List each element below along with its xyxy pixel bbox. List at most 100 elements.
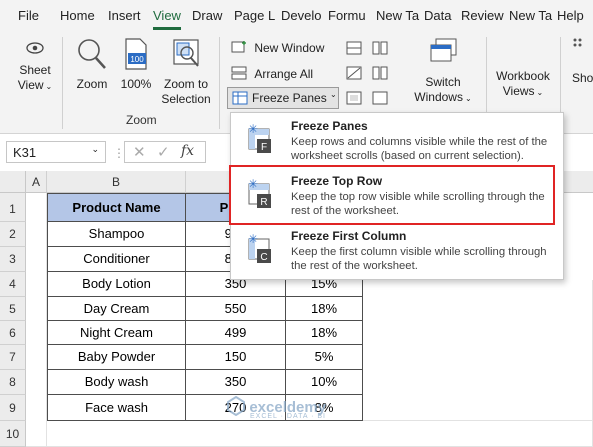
tab-new-tab-1[interactable]: New Ta: [376, 8, 419, 23]
ribbon-divider: [62, 37, 63, 129]
freeze-panes-label: Freeze Panes: [252, 91, 327, 105]
unhide-icon[interactable]: [346, 91, 362, 105]
column-header-b[interactable]: B: [47, 171, 186, 193]
freeze-first-column-icon: ✳ C: [248, 233, 271, 263]
tab-developer[interactable]: Develo: [281, 8, 321, 23]
table-cell-product[interactable]: Day Cream: [47, 296, 186, 321]
row-10-cells[interactable]: [47, 421, 593, 447]
zoom-label: Zoom: [76, 77, 108, 91]
new-window-icon: [231, 41, 246, 53]
view-side-by-side-icon[interactable]: [372, 41, 388, 55]
row-header-10[interactable]: 10: [0, 421, 26, 447]
menu-item-title: Freeze Panes: [291, 119, 368, 133]
zoom-to-selection-button[interactable]: Zoom to Selection: [158, 37, 214, 107]
zoom-to-selection-label-1: Zoom to: [163, 77, 208, 91]
table-cell-price[interactable]: 550: [185, 296, 286, 321]
tab-page-layout[interactable]: Page L: [234, 8, 275, 23]
workbook-views-label-2: Views ⌄: [502, 84, 544, 98]
row-header-7[interactable]: 7: [0, 345, 26, 370]
zoom-to-selection-label-2: Selection: [161, 92, 211, 106]
tab-file[interactable]: File: [18, 8, 39, 23]
table-cell-price[interactable]: 150: [185, 344, 286, 370]
watermark-tagline: EXCEL · DATA · BI: [250, 413, 326, 420]
table-cell-product[interactable]: Face wash: [47, 394, 186, 421]
table-cell-product[interactable]: Shampoo: [47, 221, 186, 247]
tab-new-tab-2[interactable]: New Ta: [509, 8, 552, 23]
tab-review[interactable]: Review: [461, 8, 504, 23]
ribbon-tab-bar: File Home Insert View Draw Page L Develo…: [0, 0, 593, 31]
column-header-a[interactable]: A: [26, 171, 47, 193]
table-cell-pct[interactable]: 10%: [285, 369, 363, 395]
table-cell-pct[interactable]: 18%: [285, 296, 363, 321]
empty-cells-right[interactable]: [362, 280, 593, 421]
switch-windows-icon: [430, 38, 457, 62]
table-cell-pct[interactable]: 18%: [285, 320, 363, 345]
tab-formulas[interactable]: Formu: [328, 8, 366, 23]
tab-data[interactable]: Data: [424, 8, 451, 23]
row-header-9[interactable]: 9: [0, 395, 26, 421]
sync-scroll-icon[interactable]: [372, 66, 388, 80]
chevron-down-icon: ⌄: [330, 90, 337, 99]
row-header-3[interactable]: 3: [0, 247, 26, 272]
svg-text:✳: ✳: [248, 233, 258, 246]
tab-home[interactable]: Home: [60, 8, 95, 23]
freeze-panes-f-icon: ✳ F: [248, 123, 271, 153]
page-100-icon: 100: [125, 38, 147, 70]
row-header-8[interactable]: 8: [0, 370, 26, 395]
menu-item-description: Keep the first column visible while scro…: [291, 246, 547, 272]
menu-item-freeze-panes[interactable]: ✳ F Freeze Panes Keep rows and columns v…: [231, 115, 563, 167]
table-header-product-name[interactable]: Product Name: [47, 193, 186, 222]
table-cell-product[interactable]: Conditioner: [47, 246, 186, 272]
formula-controls: ✕ ✓ fx: [124, 141, 206, 163]
insert-function-icon[interactable]: fx: [181, 143, 194, 159]
svg-text:100: 100: [130, 55, 144, 64]
column-a-cells[interactable]: [26, 193, 47, 447]
hide-icon[interactable]: [346, 66, 362, 80]
switch-windows-button[interactable]: Switch Windows ⌄: [410, 37, 476, 106]
arrange-all-icon: [231, 66, 247, 80]
workbook-views-label-1: Workbook: [496, 69, 550, 83]
switch-windows-label-1: Switch: [425, 75, 461, 89]
row-header-4[interactable]: 4: [0, 272, 26, 297]
tab-draw[interactable]: Draw: [192, 8, 222, 23]
menu-item-freeze-first-column[interactable]: ✳ C Freeze First Column Keep the first c…: [231, 225, 563, 277]
freeze-panes-button[interactable]: Freeze Panes ⌄: [227, 87, 339, 109]
workbook-views-button[interactable]: Workbook Views ⌄: [492, 69, 554, 100]
svg-text:C: C: [260, 252, 267, 263]
row-header-1[interactable]: 1: [0, 193, 26, 222]
table-cell-product[interactable]: Baby Powder: [47, 344, 186, 370]
new-window-button[interactable]: New Window: [231, 40, 324, 55]
tab-view[interactable]: View: [153, 8, 181, 23]
menu-item-description: Keep rows and columns visible while the …: [291, 136, 548, 162]
table-cell-product[interactable]: Night Cream: [47, 320, 186, 345]
enter-icon[interactable]: ✓: [157, 143, 170, 161]
zoom-100-button[interactable]: 100 100%: [118, 37, 154, 92]
zoom-100-label: 100%: [120, 77, 152, 91]
table-cell-pct[interactable]: 5%: [285, 344, 363, 370]
arrange-all-label: Arrange All: [254, 67, 314, 81]
cancel-icon[interactable]: ✕: [133, 143, 146, 161]
sheet-view-button[interactable]: Sheet View ⌄: [12, 41, 58, 94]
split-icon[interactable]: [346, 41, 362, 55]
table-cell-price[interactable]: 350: [185, 369, 286, 395]
table-cell-product[interactable]: Body wash: [47, 369, 186, 395]
tab-insert[interactable]: Insert: [108, 8, 141, 23]
table-cell-price[interactable]: 499: [185, 320, 286, 345]
ribbon-divider: [219, 37, 220, 129]
tab-help[interactable]: Help: [557, 8, 584, 23]
table-cell-product[interactable]: Body Lotion: [47, 271, 186, 297]
switch-windows-label-2: Windows ⌄: [414, 90, 472, 104]
row-header-5[interactable]: 5: [0, 297, 26, 321]
sheet-view-label-2: View ⌄: [17, 78, 53, 92]
eye-icon: [26, 42, 44, 54]
chevron-down-icon[interactable]: ⌄: [91, 144, 99, 155]
zoom-button[interactable]: Zoom: [70, 37, 114, 92]
select-all-corner[interactable]: [0, 171, 26, 193]
row-header-6[interactable]: 6: [0, 321, 26, 345]
reset-position-icon[interactable]: [372, 91, 388, 105]
arrange-all-button[interactable]: Arrange All: [231, 66, 313, 81]
highlight-annotation: [229, 165, 555, 225]
row-header-2[interactable]: 2: [0, 222, 26, 247]
name-box[interactable]: K31 ⌄: [6, 141, 106, 163]
show-button[interactable]: Show: [566, 37, 593, 86]
